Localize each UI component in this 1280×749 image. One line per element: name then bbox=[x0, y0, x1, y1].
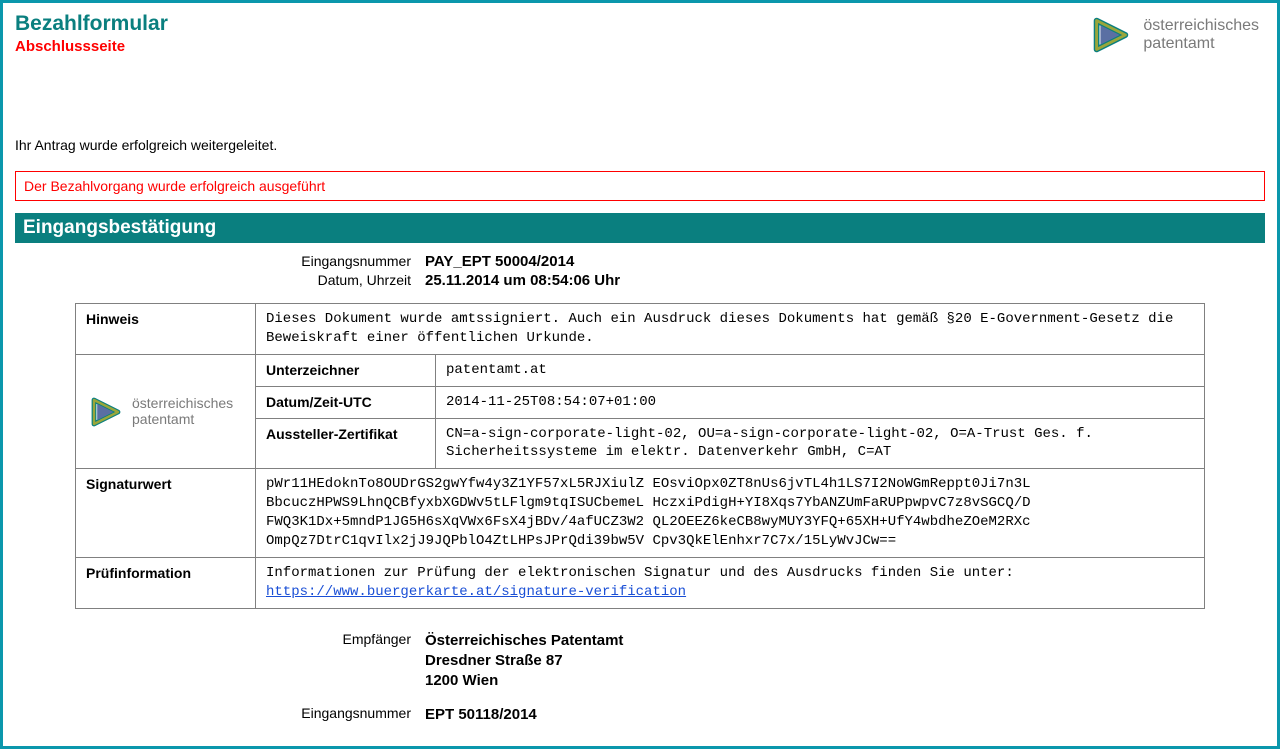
recipient-city: 1200 Wien bbox=[425, 671, 623, 691]
patentamt-logo-icon bbox=[86, 392, 126, 432]
forward-message: Ihr Antrag wurde erfolgreich weitergelei… bbox=[15, 137, 1265, 153]
confirmation-section-header: Eingangsbestätigung bbox=[15, 213, 1265, 243]
recipient-row: Empfänger Österreichisches Patentamt Dre… bbox=[267, 631, 1265, 692]
empfaenger-value: Österreichisches Patentamt Dresdner Stra… bbox=[425, 631, 623, 692]
page-title: Bezahlformular bbox=[15, 11, 168, 36]
confirmation-meta: Eingangsnummer PAY_EPT 50004/2014 Datum,… bbox=[267, 253, 1265, 289]
meta-row-datetime: Datum, Uhrzeit 25.11.2014 um 08:54:06 Uh… bbox=[267, 272, 1265, 289]
recipient-eingangsnummer-label: Eingangsnummer bbox=[267, 705, 425, 725]
datum-zeit-utc-label: Datum/Zeit-UTC bbox=[256, 386, 436, 418]
unterzeichner-value: patentamt.at bbox=[436, 354, 1205, 386]
pruefinformation-text: Informationen zur Prüfung der elektronis… bbox=[256, 557, 1205, 608]
signature-logo-cell: österreichisches patentamt bbox=[76, 354, 256, 469]
unterzeichner-label: Unterzeichner bbox=[256, 354, 436, 386]
eingangsnummer-value: PAY_EPT 50004/2014 bbox=[425, 253, 574, 270]
patentamt-logo: österreichisches patentamt bbox=[1087, 11, 1259, 59]
signature-verification-link[interactable]: https://www.buergerkarte.at/signature-ve… bbox=[266, 584, 686, 600]
page-subtitle: Abschlussseite bbox=[15, 38, 168, 55]
recipient-number-row: Eingangsnummer EPT 50118/2014 bbox=[267, 705, 1265, 725]
empfaenger-label: Empfänger bbox=[267, 631, 425, 692]
title-block: Bezahlformular Abschlussseite bbox=[15, 11, 168, 55]
header: Bezahlformular Abschlussseite österreich… bbox=[15, 11, 1265, 59]
datum-uhrzeit-label: Datum, Uhrzeit bbox=[267, 272, 425, 289]
payment-status-box: Der Bezahlvorgang wurde erfolgreich ausg… bbox=[15, 171, 1265, 201]
recipient-street: Dresdner Straße 87 bbox=[425, 651, 623, 671]
datum-zeit-utc-value: 2014-11-25T08:54:07+01:00 bbox=[436, 386, 1205, 418]
recipient-block: Empfänger Österreichisches Patentamt Dre… bbox=[267, 631, 1265, 726]
signaturwert-value: pWr11HEdoknTo8OUDrGS2gwYfw4y3Z1YF57xL5RJ… bbox=[256, 469, 1205, 558]
signature-table: Hinweis Dieses Dokument wurde amtssignie… bbox=[75, 303, 1205, 609]
page-frame: Bezahlformular Abschlussseite österreich… bbox=[0, 0, 1280, 749]
hinweis-label: Hinweis bbox=[76, 304, 256, 355]
signature-logo-text: österreichisches patentamt bbox=[132, 396, 233, 427]
eingangsnummer-label: Eingangsnummer bbox=[267, 253, 425, 270]
datum-uhrzeit-value: 25.11.2014 um 08:54:06 Uhr bbox=[425, 272, 620, 289]
pruefinformation-label: Prüfinformation bbox=[76, 557, 256, 608]
patentamt-logo-text: österreichisches patentamt bbox=[1143, 17, 1259, 52]
aussteller-zertifikat-label: Aussteller-Zertifikat bbox=[256, 418, 436, 469]
signaturwert-label: Signaturwert bbox=[76, 469, 256, 558]
recipient-eingangsnummer-value: EPT 50118/2014 bbox=[425, 705, 537, 725]
patentamt-logo-icon bbox=[1087, 11, 1135, 59]
hinweis-text: Dieses Dokument wurde amtssigniert. Auch… bbox=[256, 304, 1205, 355]
aussteller-zertifikat-value: CN=a-sign-corporate-light-02, OU=a-sign-… bbox=[436, 418, 1205, 469]
meta-row-number: Eingangsnummer PAY_EPT 50004/2014 bbox=[267, 253, 1265, 270]
recipient-name: Österreichisches Patentamt bbox=[425, 631, 623, 651]
